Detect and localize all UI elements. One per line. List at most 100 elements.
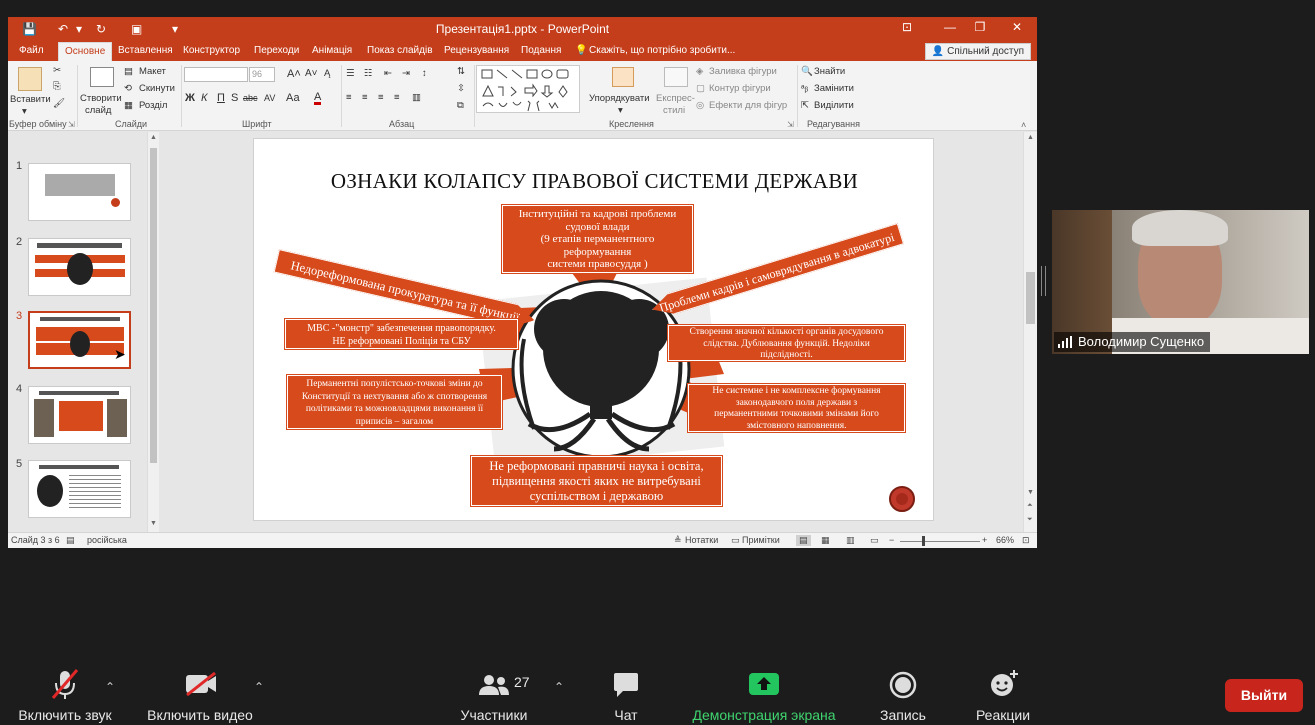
clipboard-launcher-icon[interactable]: ⇲ (68, 119, 75, 131)
slide-thumbnail-2[interactable] (28, 238, 131, 296)
fit-slide-icon[interactable]: ⊡ (1022, 535, 1030, 546)
slide-thumbnail-5[interactable] (28, 460, 131, 518)
italic-button[interactable]: К (201, 92, 207, 104)
font-family-input[interactable] (184, 67, 248, 82)
normal-view-icon[interactable]: ▤ (796, 535, 811, 546)
reset-button[interactable]: Скинути (139, 83, 175, 95)
cut-icon[interactable]: ✂ (53, 65, 61, 77)
share-button[interactable]: 👤 Спільний доступ (924, 43, 1031, 60)
numbering-icon[interactable]: ☷ (364, 68, 373, 80)
text-direction-icon[interactable]: ⇅ (457, 66, 465, 78)
zoom-slider-thumb[interactable] (922, 536, 925, 546)
section-button[interactable]: Розділ (139, 100, 167, 112)
tab-review[interactable]: Рецензування (444, 44, 509, 58)
slideshow-icon[interactable]: ▭ (870, 535, 879, 546)
zoom-out-icon[interactable]: − (889, 535, 894, 545)
participant-video[interactable]: Володимир Сущенко (1052, 210, 1309, 354)
zoom-in-icon[interactable]: + (982, 535, 987, 545)
ribbon-display-icon[interactable]: ⊡ (897, 20, 917, 34)
quick-styles-button[interactable]: Експрес- (656, 93, 695, 105)
panel-resize-handle[interactable] (1041, 266, 1046, 296)
tab-insert[interactable]: Вставлення (118, 44, 173, 58)
replace-button[interactable]: Замінити (814, 83, 854, 95)
quick-styles-icon[interactable] (664, 67, 688, 87)
align-right-icon[interactable]: ≡ (378, 92, 384, 104)
tab-slide-show[interactable]: Показ слайдів (367, 44, 433, 58)
video-options-chevron-up-icon[interactable]: ⌃ (254, 680, 264, 694)
line-spacing-icon[interactable]: ↕ (422, 68, 427, 80)
find-button[interactable]: Знайти (814, 66, 845, 78)
strikethrough-button[interactable]: abc (243, 92, 258, 104)
participants-chevron-up-icon[interactable]: ⌃ (554, 680, 564, 694)
restore-icon[interactable]: ❐ (970, 20, 990, 34)
slide-scrollbar[interactable]: ▲ ▼ ⏶ ⏷ (1023, 132, 1037, 532)
reading-view-icon[interactable]: ▥ (846, 535, 855, 546)
tab-file[interactable]: Файл (19, 44, 44, 58)
tab-design[interactable]: Конструктор (183, 44, 240, 58)
slide-sorter-icon[interactable]: ▦ (821, 535, 830, 546)
arrange-dropdown-icon[interactable]: ▾ (618, 105, 623, 117)
increase-font-icon[interactable]: A˄ (287, 68, 301, 80)
align-center-icon[interactable]: ≡ (362, 92, 368, 104)
char-spacing-button[interactable]: AV (264, 92, 275, 104)
scrollbar-thumb[interactable] (1026, 272, 1035, 324)
thumbnails-scrollbar[interactable]: ▲ ▼ (147, 132, 159, 532)
leave-meeting-button[interactable]: Выйти (1225, 679, 1303, 712)
new-slide-button[interactable]: Створити (80, 93, 122, 105)
arrange-icon[interactable] (612, 67, 634, 87)
slide-thumbnail-3[interactable]: ➤ (28, 311, 131, 369)
align-text-icon[interactable]: ⇳ (457, 83, 465, 95)
layout-button[interactable]: Макет (139, 66, 166, 78)
shadow-button[interactable]: S (231, 92, 238, 104)
font-size-input[interactable]: 96 (249, 67, 275, 82)
bold-button[interactable]: Ж (185, 92, 195, 104)
tab-home[interactable]: Основне (58, 42, 113, 61)
change-case-button[interactable]: Аа (286, 92, 300, 104)
justify-icon[interactable]: ≡ (394, 92, 400, 104)
zoom-level[interactable]: 66% (996, 535, 1014, 545)
underline-button[interactable]: П (217, 92, 225, 104)
scroll-down-icon[interactable]: ▼ (1027, 489, 1034, 496)
format-painter-icon[interactable]: 🖌 (53, 98, 65, 110)
paste-button[interactable]: Вставити (10, 94, 51, 106)
shape-fill-button[interactable]: Заливка фігури (709, 66, 777, 78)
copy-icon[interactable]: ⎘ (53, 81, 61, 93)
clear-format-icon[interactable]: Ą (324, 68, 330, 80)
decrease-font-icon[interactable]: A˅ (305, 68, 318, 80)
tab-view[interactable]: Подання (521, 44, 561, 58)
zoom-slider[interactable] (900, 541, 980, 542)
drawing-launcher-icon[interactable]: ⇲ (787, 119, 794, 131)
current-slide[interactable]: ОЗНАКИ КОЛАПСУ ПРАВОВОЇ СИСТЕМИ ДЕРЖАВИ (253, 138, 934, 521)
slide-thumbnail-1[interactable] (28, 163, 131, 221)
language-indicator[interactable]: російська (87, 535, 127, 545)
scroll-up-icon[interactable]: ▲ (150, 134, 157, 141)
shapes-gallery[interactable] (476, 65, 580, 113)
slide-thumbnail-4[interactable] (28, 386, 131, 444)
bullets-icon[interactable]: ☰ (346, 68, 355, 80)
tell-me-box[interactable]: Скажіть, що потрібно зробити... (589, 44, 735, 58)
next-slide-icon[interactable]: ⏷ (1027, 516, 1033, 524)
arrange-button[interactable]: Упорядкувати (589, 93, 650, 105)
previous-slide-icon[interactable]: ⏶ (1027, 502, 1033, 510)
notes-button[interactable]: Нотатки (685, 535, 718, 545)
new-slide-icon[interactable] (90, 67, 114, 87)
select-button[interactable]: Виділити (814, 100, 854, 112)
scroll-up-icon[interactable]: ▲ (1027, 134, 1034, 141)
close-icon[interactable]: ✕ (1007, 20, 1027, 34)
font-color-button[interactable]: А (314, 92, 322, 105)
decrease-indent-icon[interactable]: ⇤ (384, 68, 392, 80)
scroll-down-icon[interactable]: ▼ (150, 520, 157, 527)
scrollbar-thumb[interactable] (150, 148, 157, 463)
smartart-icon[interactable]: ⧉ (457, 100, 464, 112)
collapse-ribbon-icon[interactable]: ˄ (1021, 119, 1026, 131)
align-left-icon[interactable]: ≡ (346, 92, 352, 104)
paste-icon[interactable] (18, 67, 42, 91)
columns-icon[interactable]: ▥ (412, 92, 421, 104)
tab-animations[interactable]: Анімація (312, 44, 352, 58)
spellcheck-icon[interactable]: ▤ (66, 535, 75, 546)
comments-button[interactable]: Примітки (742, 535, 780, 545)
shape-effects-button[interactable]: Ефекти для фігур (709, 100, 787, 112)
tab-transitions[interactable]: Переходи (254, 44, 299, 58)
shape-outline-button[interactable]: Контур фігури (709, 83, 771, 95)
minimize-icon[interactable]: — (940, 20, 960, 34)
